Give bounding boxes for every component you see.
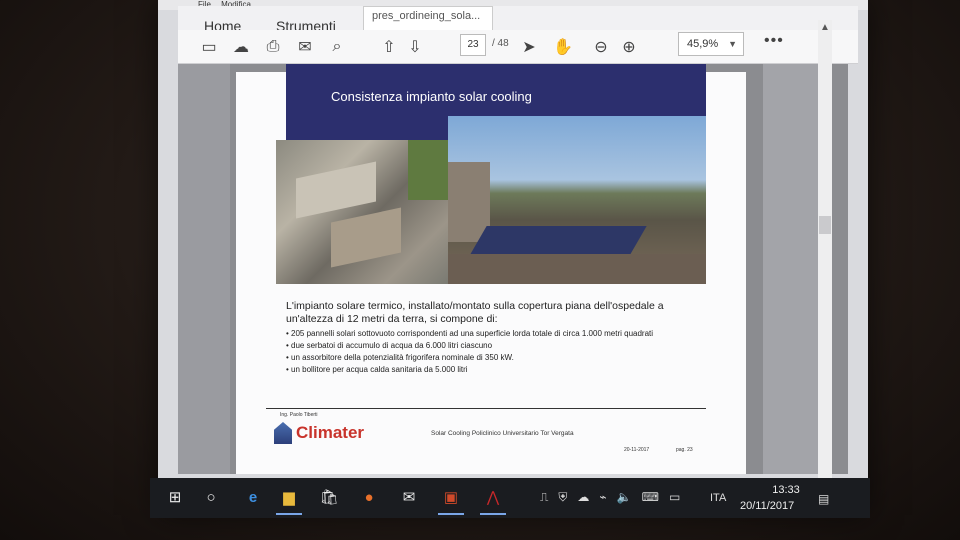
page-total: / 48	[492, 38, 509, 49]
bullet-item: un assorbitore della potenzialità frigor…	[286, 352, 706, 364]
left-gutter	[178, 64, 230, 474]
explorer-icon[interactable]: ▆	[276, 484, 302, 515]
shield-icon[interactable]: ⛨	[558, 490, 567, 505]
network-icon[interactable]: ⌁	[599, 490, 606, 505]
zoom-in-icon[interactable]: ⊕	[618, 36, 640, 58]
logo-text: Climater	[296, 423, 365, 442]
rooftop-photo	[448, 116, 706, 284]
usb-icon[interactable]: ⎍	[540, 490, 548, 505]
mail-icon[interactable]: ✉	[294, 36, 316, 58]
zoom-select[interactable]: 45,9% ▼	[678, 32, 744, 56]
climater-logo: Climater	[274, 422, 364, 444]
acrobat-icon[interactable]: ⋀	[480, 484, 506, 515]
aerial-photo	[276, 140, 448, 284]
bullet-item: due serbatoi di accumulo di acqua da 6.0…	[286, 340, 706, 352]
save-icon[interactable]: ▭	[198, 36, 220, 58]
edge-icon[interactable]: e	[240, 484, 266, 510]
notification-icon[interactable]: ▤	[818, 492, 829, 506]
cloud-icon[interactable]: ☁	[577, 490, 589, 505]
cortana-icon[interactable]: ○	[198, 484, 224, 510]
firefox-icon[interactable]: ●	[356, 484, 382, 510]
select-cursor-icon[interactable]: ➤	[518, 36, 540, 58]
page-number-input[interactable]: 23	[460, 34, 486, 56]
powerpoint-icon[interactable]: ▣	[438, 484, 464, 515]
mail-app-icon[interactable]: ✉	[396, 484, 422, 510]
volume-icon[interactable]: 🔈	[617, 490, 632, 505]
slide-title: Consistenza impianto solar cooling	[331, 89, 532, 104]
clock-time[interactable]: 13:33	[756, 484, 816, 496]
store-icon[interactable]: 🛍	[316, 484, 342, 510]
footer-divider	[266, 408, 706, 409]
chevron-down-icon: ▼	[728, 39, 737, 49]
scroll-thumb[interactable]	[819, 216, 831, 234]
footer-caption: Solar Cooling Policlinico Universitario …	[431, 430, 574, 437]
page-down-icon[interactable]: ⇩	[404, 36, 426, 58]
vertical-scrollbar[interactable]: ▲ ▼	[818, 20, 832, 490]
zoom-out-icon[interactable]: ⊖	[590, 36, 612, 58]
zoom-value: 45,9%	[687, 38, 719, 50]
toolbar: ▭ ☁ ⎙ ✉ ⌕ ⇧ ⇩ 23 / 48 ➤ ✋ ⊖ ⊕ 45,9% ▼ ••…	[178, 30, 858, 64]
system-tray: ⎍ ⛨ ☁ ⌁ 🔈 ⌨ ▭	[540, 490, 680, 505]
language-indicator[interactable]: ITA	[710, 492, 726, 504]
upload-icon[interactable]: ☁	[230, 36, 252, 58]
windows-start-icon[interactable]: ⊞	[162, 484, 188, 510]
pdf-page: Consistenza impianto solar cooling L'imp…	[236, 64, 746, 474]
keyboard-icon[interactable]: ⌨	[642, 490, 659, 505]
more-options-button[interactable]: •••	[764, 32, 784, 50]
footer-page: pag. 23	[676, 447, 693, 453]
search-icon[interactable]: ⌕	[326, 36, 348, 58]
bullet-item: 205 pannelli solari sottovuoto corrispon…	[286, 328, 706, 340]
taskbar: ⊞ ○ e ▆ 🛍 ● ✉ ▣ ⋀ ⎍ ⛨ ☁ ⌁ 🔈 ⌨ ▭ ITA 13:3…	[150, 478, 870, 518]
slide-body: L'impianto solare termico, installato/mo…	[286, 300, 706, 376]
clock-date[interactable]: 20/11/2017	[740, 500, 794, 512]
logo-mark-icon	[274, 422, 292, 444]
document-viewport[interactable]: Consistenza impianto solar cooling L'imp…	[178, 64, 848, 474]
print-icon[interactable]: ⎙	[262, 36, 284, 58]
page-up-icon[interactable]: ⇧	[378, 36, 400, 58]
slide-intro: L'impianto solare termico, installato/mo…	[286, 300, 664, 325]
document-tab-label: pres_ordineing_sola...	[372, 10, 481, 22]
footer-date: 20-11-2017	[624, 447, 650, 453]
slide-bullets: 205 pannelli solari sottovuoto corrispon…	[286, 328, 706, 376]
scroll-up-icon[interactable]: ▲	[820, 22, 830, 33]
hand-tool-icon[interactable]: ✋	[552, 36, 574, 58]
slide-author: Ing. Paolo Tiberti	[280, 412, 318, 418]
battery-icon[interactable]: ▭	[669, 490, 680, 505]
bullet-item: un bollitore per acqua calda sanitaria d…	[286, 364, 706, 376]
projected-screen: File Modifica Home Strumenti pres_ordine…	[158, 0, 868, 515]
